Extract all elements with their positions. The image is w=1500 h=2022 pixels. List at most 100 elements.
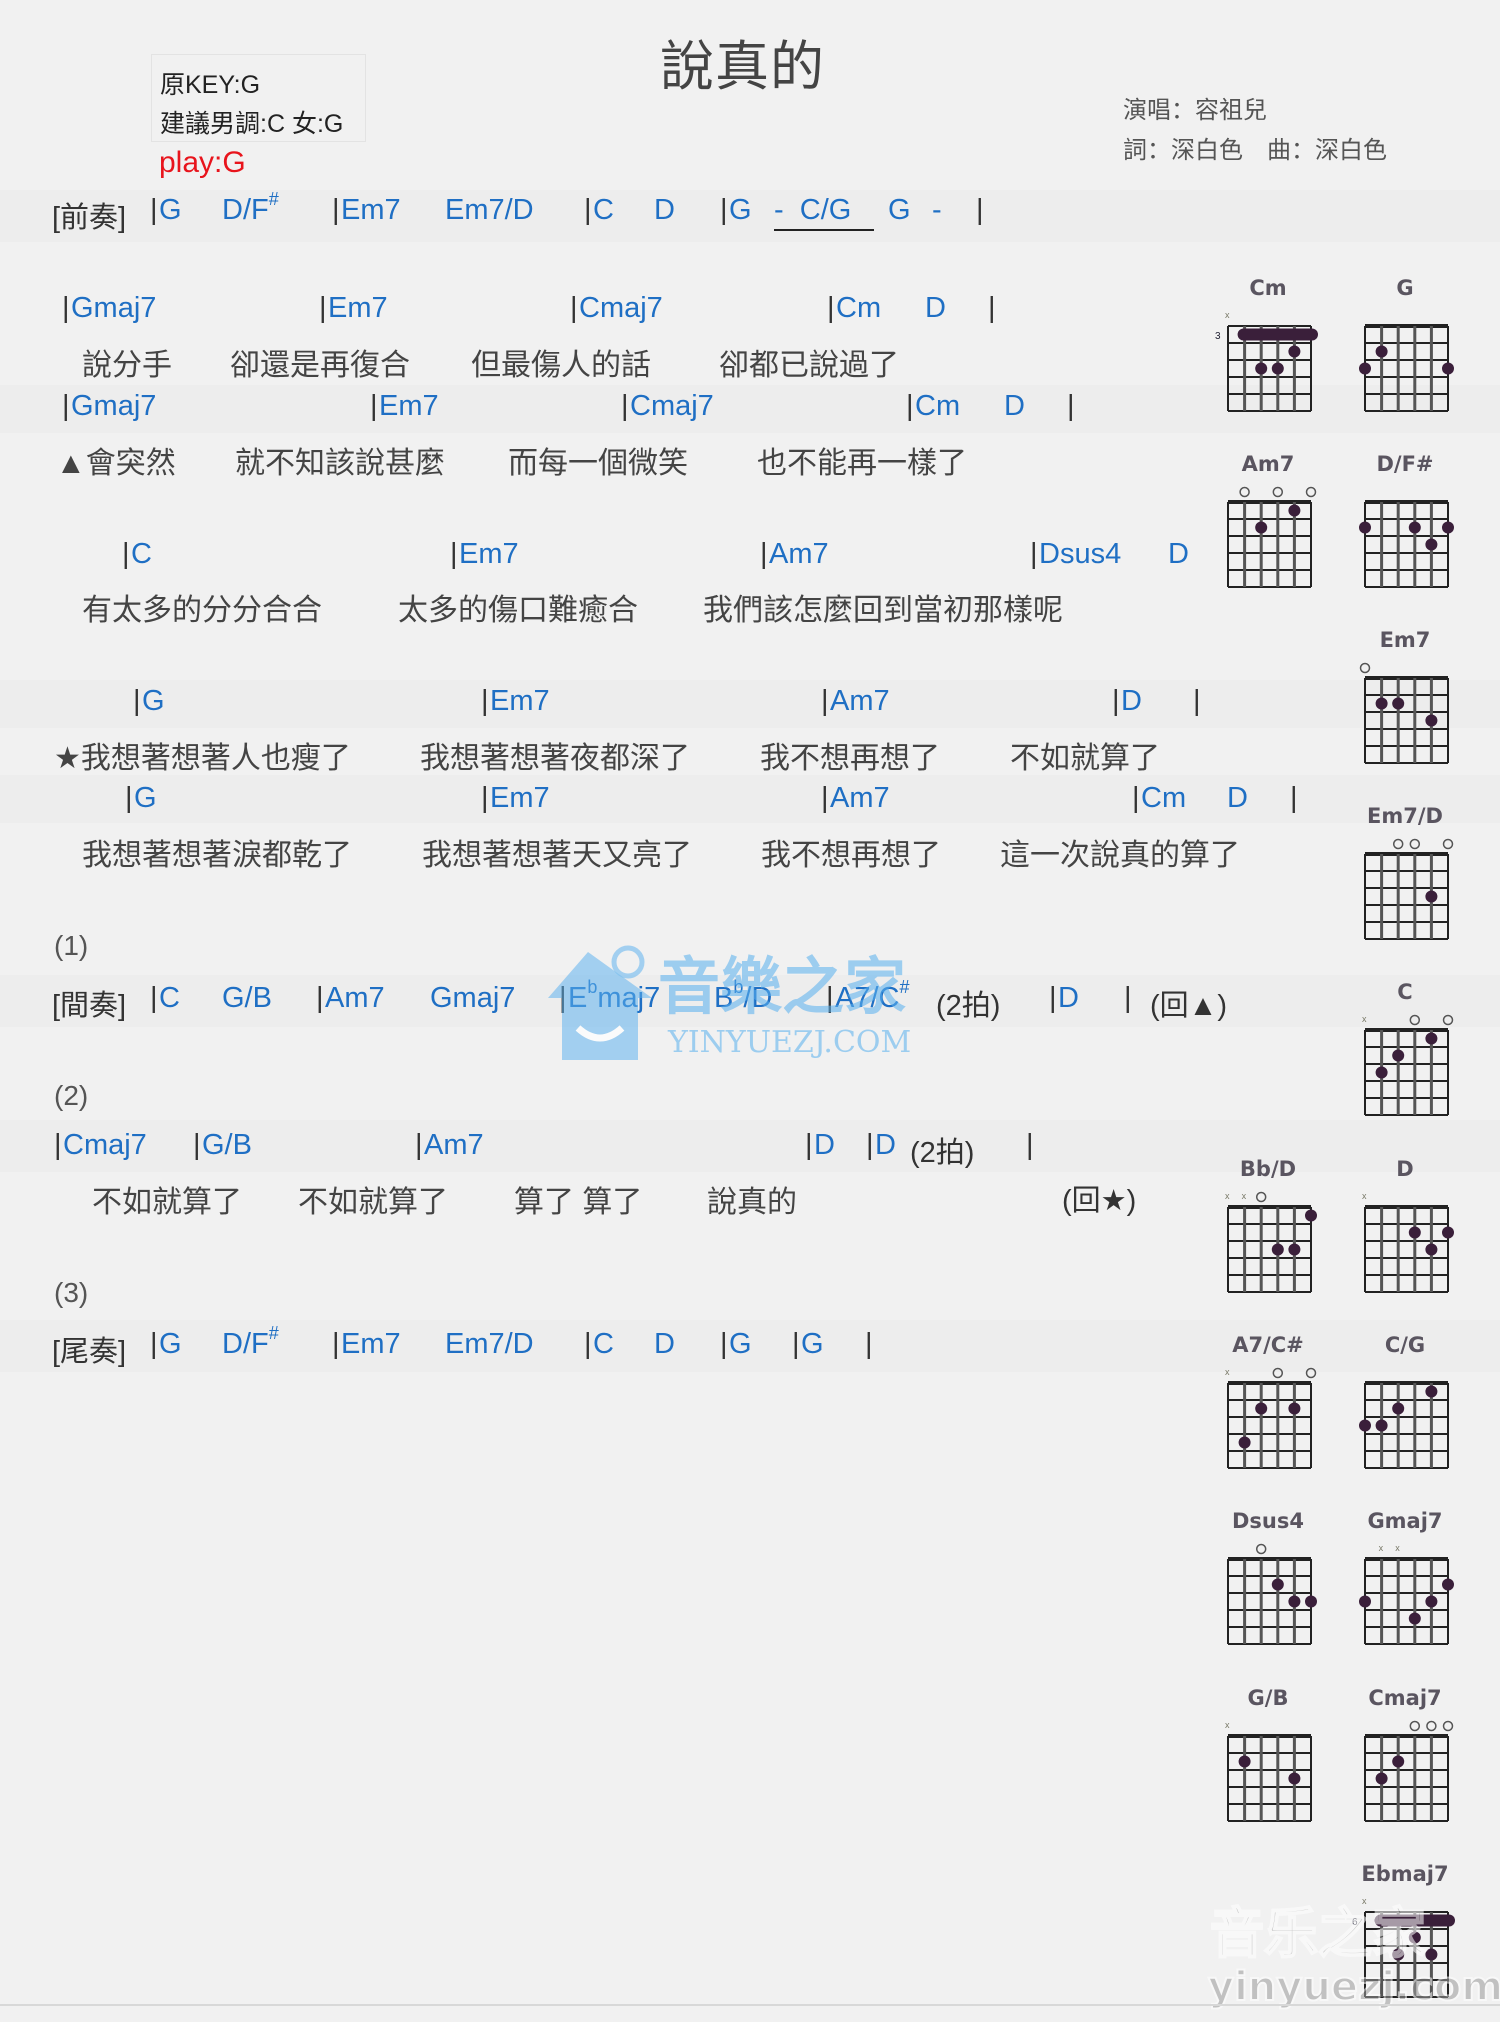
chord: Am7 [830,685,890,717]
chorus-lyrics-2: 我想著想著淚都乾了 我想著想著天又亮了 我不想再想了 這一次說真的算了 [0,830,1240,872]
finger-dot [1271,1243,1284,1256]
open-string-marker [1426,1720,1437,1732]
bar-line: | [332,194,340,226]
lyric: 不如就算了 [1010,742,1160,775]
finger-dot [1442,1578,1454,1591]
mute-marker: x [1379,1543,1384,1553]
lyric: 這一次說真的算了 [1000,839,1240,872]
open-string-marker [1409,1014,1421,1026]
chord-diagram-name: Am7 [1241,452,1295,476]
chord: C [131,538,152,570]
chord: G/B [202,1129,252,1161]
finger-dot [1375,697,1388,710]
verse-chords-2: | Gmaj7 | Em7 | Cmaj7 | Cm D | [62,390,1075,422]
lyric: 不如就算了 [298,1186,448,1219]
writer-credit: 詞：深白色 曲：深白色 [1123,137,1387,164]
chord: D [1058,982,1079,1014]
chord: G [134,782,157,814]
finger-dot [1288,504,1301,517]
chord-diagram: G/B x [1213,1686,1323,1846]
chord: Cmaj7 [579,292,663,324]
open-string-marker [1305,486,1317,498]
chord-grid [1227,486,1317,588]
finger-dot [1271,362,1284,375]
chord: D [1227,782,1248,814]
chord-diagram: A7/C# x [1213,1333,1323,1493]
finger-dot [1442,1226,1454,1239]
bar-line: | [584,194,592,226]
chord-diagram-name: Cmaj7 [1368,1686,1442,1710]
lyric: 我們該怎麼回到當初那樣呢 [703,594,1063,627]
chord-diagram-name: Bb/D [1239,1157,1297,1181]
section-label: [間奏] [52,990,127,1022]
chord-grid: xx [1225,1191,1317,1293]
mute-marker: x [1242,1191,1247,1201]
chord: G [159,1328,182,1360]
section-label: [前奏] [52,202,127,234]
mute-marker: x [1225,1720,1230,1730]
chord-diagram-name: G [1396,276,1414,300]
finger-dot [1392,1755,1405,1768]
chord: D [1004,390,1025,422]
open-string-marker [1255,1191,1267,1203]
lyric: 卻還是再復合 [230,349,410,382]
part-marker: (1) [54,930,89,961]
chord-diagram: Em7/D [1350,804,1460,964]
chord-diagram: Am7 [1213,452,1323,612]
chord-grid [1364,1720,1454,1822]
open-string-marker [1409,838,1421,850]
chord: Em7/D [445,1328,534,1360]
lyric: 我不想再想了 [761,839,941,872]
chord: C [593,1328,614,1360]
finger-dot [1425,714,1438,727]
chord-diagram: G [1350,276,1460,436]
chord: D/F# [222,1323,279,1360]
chord-grid: x [1225,1720,1312,1822]
finger-dot [1392,697,1405,710]
open-string-marker [1272,486,1284,498]
repeat-note: (回▲) [1150,990,1228,1022]
chord-diagram: Dsus4 [1213,1509,1323,1669]
lyric: ▲會突然 [56,447,176,480]
open-string-marker [1442,1720,1454,1732]
chord: Cmaj7 [630,390,714,422]
finger-dot [1288,345,1301,358]
lyric: 不如就算了 [92,1186,242,1219]
key-info-box: 原KEY:G 建議男調:C 女:G [151,54,366,142]
chord-grid [1227,1543,1317,1645]
finger-dot [1271,1578,1284,1591]
chord-diagram-name: A7/C# [1232,1333,1304,1357]
lyric: 我想著想著天又亮了 [422,839,692,872]
lyric: ★我想著想著人也瘦了 [54,742,351,775]
part2-chords: | Cmaj7 | G/B | Am7 | D | D (2拍) | [54,1129,1034,1169]
chord: - [932,194,942,226]
watermark-text-en: YINYUEZJ.COM [667,1025,911,1060]
lyric: 而每一個微笑 [508,447,688,480]
open-string-marker [1255,1543,1267,1555]
chord-diagram: Cmaj7 [1350,1686,1460,1846]
corner-watermark: 音乐之家 yinyuezj.com [1200,1900,1500,2015]
bar-line: | [150,194,158,226]
verse-chords-1: | Gmaj7 | Em7 | Cmaj7 | Cm D | [62,292,996,324]
page-bottom-border [0,2004,1500,2006]
part2-lyrics: 不如就算了 不如就算了 算了 算了 說真的 (回★) [0,1177,1200,1219]
mute-marker: x [1225,310,1230,320]
chord: Am7 [830,782,890,814]
chord: C [593,194,614,226]
lyric: 也不能再一樣了 [757,447,967,480]
original-key: 原KEY:G [160,71,261,99]
finger-dot [1359,1595,1371,1608]
chord-grid [1359,500,1454,588]
finger-dot [1392,1049,1405,1062]
open-string-marker [1442,1014,1454,1026]
mute-marker: x [1225,1367,1230,1377]
finger-dot [1375,345,1388,358]
chord: G [729,194,752,226]
finger-dot [1425,1243,1438,1256]
chord: Am7 [325,982,385,1014]
chord: Gmaj7 [71,390,157,422]
finger-dot [1442,521,1454,534]
song-title: 說真的 [660,37,825,97]
mute-marker: x [1395,1543,1400,1553]
mute-marker: x [1362,1191,1367,1201]
